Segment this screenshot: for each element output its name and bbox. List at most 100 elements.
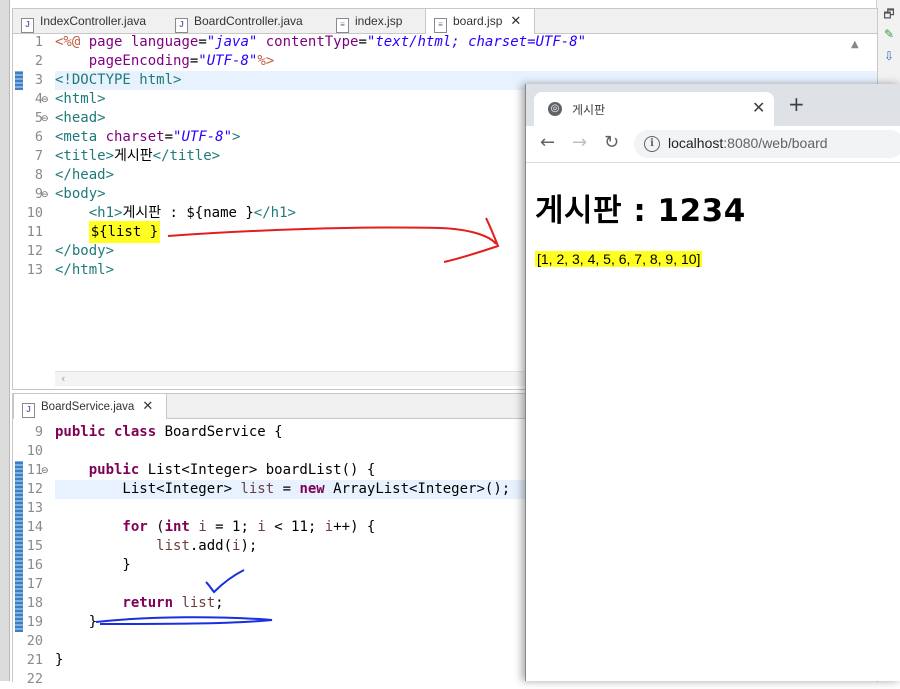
- tab-label: BoardController.java: [194, 14, 303, 28]
- code-line[interactable]: <title>게시판</title>: [55, 147, 220, 166]
- code-line[interactable]: public class BoardService {: [55, 423, 283, 442]
- line-number: 18: [26, 595, 43, 611]
- code-line[interactable]: <head>: [55, 109, 106, 128]
- fold-icon[interactable]: ⊖: [41, 466, 49, 476]
- tab-label: board.jsp: [453, 14, 503, 28]
- code-line[interactable]: }: [55, 556, 130, 575]
- code-line[interactable]: }: [55, 613, 97, 632]
- code-line[interactable]: List<Integer> list = new ArrayList<Integ…: [55, 480, 510, 499]
- tab-index-jsp[interactable]: ≡ index.jsp: [336, 9, 402, 33]
- code-line[interactable]: <html>: [55, 90, 106, 109]
- code-line[interactable]: ${list }: [55, 221, 161, 243]
- code-token: );: [240, 538, 258, 554]
- code-token: 게시판: [114, 148, 153, 164]
- line-number: 14: [26, 519, 43, 535]
- code-token: 게시판 : ${name }: [122, 205, 254, 221]
- restore-icon[interactable]: 🗗: [881, 6, 897, 22]
- code-token: >: [232, 129, 241, 145]
- tab-boardcontroller[interactable]: J BoardController.java: [175, 9, 303, 33]
- code-token: return: [55, 595, 182, 611]
- horizontal-scrollbar[interactable]: ‹: [55, 371, 531, 386]
- code-token: %>: [257, 53, 275, 69]
- code-line[interactable]: </body>: [55, 242, 114, 261]
- code-line[interactable]: </head>: [55, 166, 114, 185]
- code-token: i: [257, 519, 266, 535]
- line-number: 10: [26, 443, 43, 459]
- code-line[interactable]: return list;: [55, 594, 223, 613]
- list-output: [1, 2, 3, 4, 5, 6, 7, 8, 9, 10]: [535, 251, 703, 267]
- code-token: .add(: [189, 538, 233, 554]
- line-number: 21: [26, 652, 43, 668]
- info-icon[interactable]: i: [644, 136, 660, 152]
- address-bar[interactable]: i localhost:8080/web/board: [634, 130, 900, 158]
- browser-tab-title: 게시판: [572, 103, 606, 117]
- tab-board-jsp[interactable]: ≡ board.jsp ✕: [425, 9, 535, 34]
- line-number: 13: [26, 500, 43, 516]
- jsp-file-icon: ≡: [434, 18, 447, 33]
- code-token: = 1;: [206, 519, 258, 535]
- code-token: i: [324, 519, 334, 535]
- code-token: "text/html; charset=UTF-8": [366, 34, 587, 50]
- line-number: 9: [34, 424, 43, 440]
- java-file-icon: J: [22, 403, 35, 418]
- code-token: public: [55, 462, 148, 478]
- code-line[interactable]: </html>: [55, 261, 114, 280]
- browser-tab[interactable]: ◎ 게시판 ✕: [534, 92, 774, 126]
- fold-icon[interactable]: ⊖: [41, 114, 49, 124]
- fold-icon[interactable]: ⊖: [41, 95, 49, 105]
- line-number: 1: [34, 34, 43, 50]
- arrow-right-icon[interactable]: →: [572, 133, 587, 153]
- new-tab-button[interactable]: +: [788, 94, 805, 114]
- url-path: :8080/web/board: [723, 135, 828, 151]
- fold-icon[interactable]: ⊖: [41, 190, 49, 200]
- scroll-up-icon[interactable]: ▲: [851, 39, 859, 50]
- code-line[interactable]: public List<Integer> boardList() {: [55, 461, 376, 480]
- code-line[interactable]: <%@ page language="java" contentType="te…: [55, 33, 586, 52]
- close-icon[interactable]: ✕: [510, 13, 521, 28]
- outline-icon[interactable]: ✎: [881, 26, 897, 42]
- url-text: localhost:8080/web/board: [668, 135, 828, 151]
- code-token: List<Integer>: [55, 481, 241, 497]
- tab-label: IndexController.java: [40, 14, 147, 28]
- tab-indexcontroller[interactable]: J IndexController.java: [21, 9, 146, 33]
- line-number: 8: [34, 167, 43, 183]
- tab-label: BoardService.java: [41, 401, 135, 413]
- line-number: 11: [26, 224, 43, 240]
- code-token: =: [198, 34, 207, 50]
- code-line[interactable]: <meta charset="UTF-8">: [55, 128, 240, 147]
- java-file-icon: J: [175, 18, 188, 33]
- line-number: 3: [34, 72, 43, 88]
- code-token: ArrayList<Integer>();: [324, 481, 511, 497]
- arrow-left-icon[interactable]: ←: [540, 133, 555, 153]
- code-line[interactable]: <!DOCTYPE html>: [55, 71, 181, 90]
- jsp-file-icon: ≡: [336, 18, 349, 33]
- globe-icon: ◎: [548, 102, 562, 116]
- download-icon[interactable]: ⇩: [881, 48, 897, 64]
- code-token: ++) {: [333, 519, 376, 535]
- code-token: (: [147, 519, 165, 535]
- code-token: charset: [105, 129, 165, 145]
- code-line[interactable]: for (int i = 1; i < 11; i++) {: [55, 518, 375, 537]
- code-token: <meta: [55, 129, 106, 145]
- code-token: =: [164, 129, 174, 145]
- code-line[interactable]: list.add(i);: [55, 537, 257, 556]
- highlighted-expression: ${list }: [88, 221, 161, 243]
- close-icon[interactable]: ✕: [142, 398, 153, 413]
- browser-window: ◎ 게시판 ✕ + ← → ↻ i localhost:8080/web/boa…: [525, 84, 900, 681]
- code-token: BoardService {: [164, 424, 283, 440]
- code-token: for: [55, 519, 148, 535]
- close-icon[interactable]: ✕: [752, 98, 765, 117]
- reload-icon[interactable]: ↻: [604, 133, 619, 153]
- code-line[interactable]: <body>: [55, 185, 106, 204]
- code-token: <title>: [55, 148, 115, 164]
- line-number: 5: [34, 110, 43, 126]
- code-token: list: [181, 595, 216, 611]
- tab-boardservice[interactable]: J BoardService.java ✕: [13, 394, 167, 419]
- line-number: 12: [26, 481, 43, 497]
- code-token: language: [130, 34, 199, 50]
- java-file-icon: J: [21, 18, 34, 33]
- code-line[interactable]: }: [55, 651, 63, 670]
- line-number: 6: [34, 129, 43, 145]
- code-line[interactable]: pageEncoding="UTF-8"%>: [55, 52, 274, 71]
